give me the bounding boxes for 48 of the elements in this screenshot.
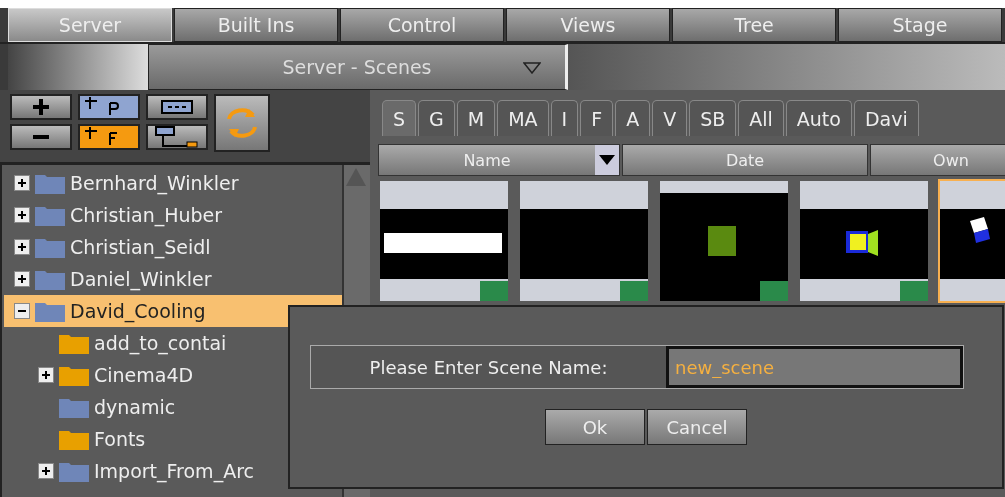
refresh-button[interactable] bbox=[214, 94, 270, 152]
add-button[interactable] bbox=[10, 94, 72, 120]
tree-item[interactable]: dynamic bbox=[38, 391, 343, 423]
field-label: Please Enter Scene Name: bbox=[368, 355, 609, 380]
tree-item[interactable]: add_to_contai bbox=[38, 327, 343, 359]
filter-tab[interactable]: SB bbox=[689, 100, 737, 136]
expand-icon[interactable] bbox=[14, 207, 30, 223]
filter-tab[interactable]: G bbox=[418, 100, 455, 136]
list-icon bbox=[161, 100, 193, 114]
expand-icon[interactable] bbox=[14, 271, 30, 287]
tree-item[interactable]: Fonts bbox=[38, 423, 343, 455]
menu-tab[interactable]: Tree bbox=[672, 8, 836, 42]
tree-item[interactable]: Import_From_Arc bbox=[38, 455, 343, 487]
filter-tab[interactable]: A bbox=[615, 100, 651, 136]
remove-button[interactable] bbox=[10, 124, 72, 150]
add-project-button[interactable] bbox=[78, 94, 140, 120]
filter-tab[interactable]: S bbox=[382, 100, 417, 136]
collapse-icon[interactable] bbox=[14, 303, 30, 319]
filter-tab[interactable]: Auto bbox=[785, 100, 852, 136]
tree-item[interactable]: Bernhard_Winkler bbox=[14, 167, 343, 199]
expand-icon[interactable] bbox=[38, 367, 54, 383]
caret-icon bbox=[523, 62, 541, 74]
tree-item[interactable]: Christian_Seidl bbox=[14, 231, 343, 263]
expand-icon[interactable] bbox=[14, 175, 30, 191]
add-folder-button[interactable] bbox=[78, 124, 140, 150]
refresh-icon bbox=[225, 105, 259, 141]
menu-tab[interactable]: Stage bbox=[838, 8, 1002, 42]
filter-tab[interactable]: I bbox=[550, 100, 579, 136]
menu-tab[interactable]: Built Ins bbox=[174, 8, 338, 42]
minus-icon bbox=[33, 135, 49, 139]
filter-tab[interactable]: MA bbox=[497, 100, 549, 136]
expand-icon[interactable] bbox=[14, 239, 30, 255]
tree-item[interactable]: Cinema4D bbox=[38, 359, 343, 391]
tree-item[interactable]: Daniel_Winkler bbox=[14, 263, 343, 295]
filter-tab[interactable]: Davi bbox=[853, 100, 919, 136]
tree-view-button[interactable] bbox=[146, 124, 208, 150]
list-view-button[interactable] bbox=[146, 94, 208, 120]
menu-tab[interactable]: Views bbox=[506, 8, 670, 42]
sort-icon[interactable] bbox=[595, 145, 619, 175]
tree-icon bbox=[155, 126, 199, 148]
menu-tab[interactable]: Control bbox=[340, 8, 504, 42]
filter-tab[interactable]: F bbox=[580, 100, 614, 136]
filter-tab[interactable]: V bbox=[652, 100, 688, 136]
plus-icon bbox=[33, 99, 49, 115]
expand-icon[interactable] bbox=[38, 463, 54, 479]
filter-tab[interactable]: All bbox=[738, 100, 784, 136]
tree-item[interactable]: Christian_Huber bbox=[14, 199, 343, 231]
filter-tab[interactable]: M bbox=[456, 100, 496, 136]
